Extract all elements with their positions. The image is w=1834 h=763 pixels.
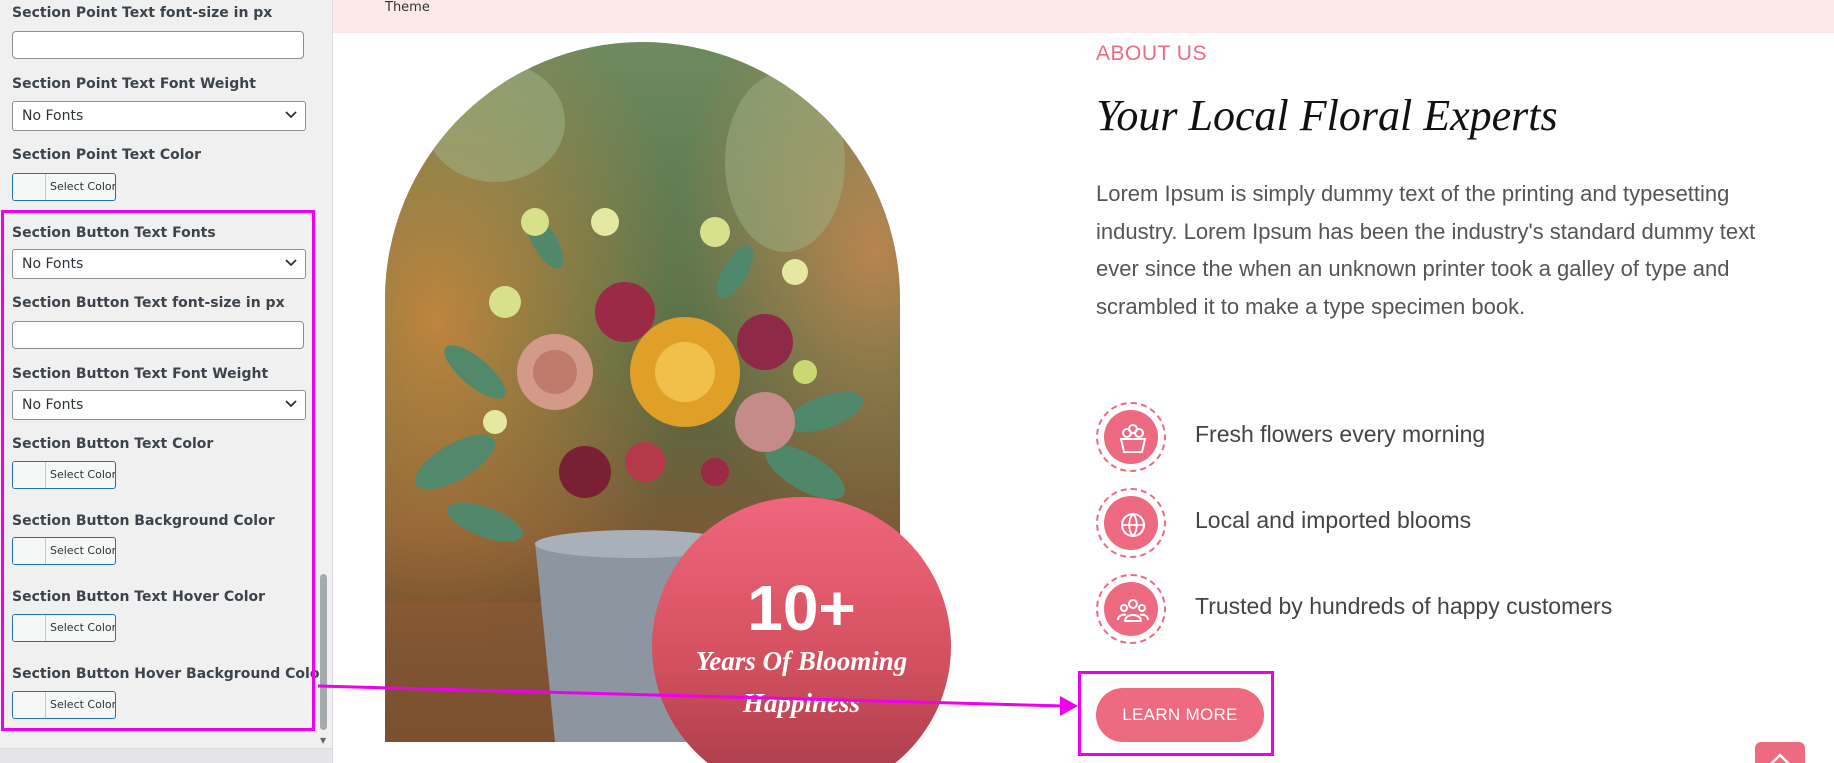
topbar-text: Theme xyxy=(385,0,430,15)
top-bar: Theme xyxy=(333,0,1834,33)
section-label: ABOUT US xyxy=(1096,42,1207,65)
point-icon-circle xyxy=(1096,488,1166,558)
field-label: Section Point Text Color xyxy=(12,147,202,163)
scroll-down-arrow-icon[interactable]: ▼ xyxy=(320,736,326,745)
section-heading: Your Local Floral Experts xyxy=(1096,91,1558,140)
badge-subtitle: Years Of Blooming Happiness xyxy=(652,640,951,724)
badge-subtitle-line2: Happiness xyxy=(742,688,861,718)
point-text: Local and imported blooms xyxy=(1195,507,1472,533)
feature-point: Fresh flowers every morning xyxy=(1096,402,1796,472)
scroll-to-top-button[interactable] xyxy=(1755,742,1805,763)
field-point-text-font-size: Section Point Text font-size in px xyxy=(12,5,304,59)
section-paragraph: Lorem Ipsum is simply dummy text of the … xyxy=(1096,181,1756,319)
point-text-font-size-input[interactable] xyxy=(12,31,304,59)
scrollbar-thumb[interactable] xyxy=(320,574,327,730)
point-icon-circle xyxy=(1096,574,1166,644)
select-color-label: Select Color xyxy=(50,180,116,193)
feature-point: Local and imported blooms xyxy=(1096,488,1796,558)
highlight-box-button xyxy=(1078,671,1274,756)
field-point-text-font-weight: Section Point Text Font Weight No Fonts xyxy=(12,76,306,131)
happy-customers-icon xyxy=(1117,599,1149,622)
point-icon-circle xyxy=(1096,402,1166,472)
chevron-down-icon xyxy=(285,111,297,119)
highlight-box-settings xyxy=(1,210,315,731)
point-text-color-button[interactable]: Select Color xyxy=(12,173,116,201)
site-preview: Theme 10+ Years Of Blooming Happiness AB… xyxy=(333,0,1834,763)
point-text-font-weight-select[interactable]: No Fonts xyxy=(12,101,306,131)
chevron-up-icon xyxy=(1770,753,1790,763)
color-swatch xyxy=(13,174,46,200)
feature-point: Trusted by hundreds of happy customers xyxy=(1096,574,1796,644)
flower-basket-icon xyxy=(1119,424,1147,453)
field-label: Section Point Text Font Weight xyxy=(12,76,256,92)
panel-footer xyxy=(0,748,332,763)
point-text: Fresh flowers every morning xyxy=(1195,421,1486,447)
select-value: No Fonts xyxy=(22,108,84,124)
point-text: Trusted by hundreds of happy customers xyxy=(1195,593,1613,619)
globe-flower-icon xyxy=(1121,513,1145,537)
field-point-text-color: Section Point Text Color Select Color xyxy=(12,147,304,201)
field-label: Section Point Text font-size in px xyxy=(12,5,273,21)
badge-number: 10+ xyxy=(747,572,856,644)
badge-subtitle-line1: Years Of Blooming xyxy=(695,646,908,676)
